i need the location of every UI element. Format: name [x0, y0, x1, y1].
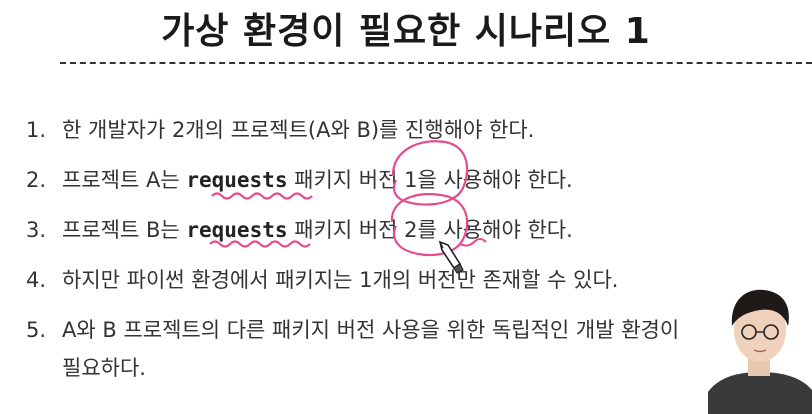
bullet-item-3: 3. 프로젝트 B는 requests 패키지 버전 2를 사용해야 한다. [26, 208, 806, 258]
package-name: requests [186, 168, 288, 192]
bullet-number: 2. [26, 168, 47, 192]
slide: 가상 환경이 필요한 시나리오 1 1. 한 개발자가 2개의 프로젝트(A와 B… [0, 0, 812, 414]
bullet-item-5: 5. A와 B 프로젝트의 다른 패키지 버전 사용을 위한 독립적인 개발 환경… [26, 308, 806, 390]
bullet-text-after: 이 [659, 318, 680, 342]
bullet-text-after: 패키지 버전 1을 사용해야 한다. [287, 168, 573, 192]
bullet-continuation: 필요하다. [62, 356, 146, 380]
bullet-text-before: A와 B 프로젝트의 다른 패키지 버전 사용을 위한 [62, 318, 492, 342]
bullet-item-4: 4. 하지만 파이썬 환경에서 패키지는 1개의 버전만 존재할 수 있다. [26, 258, 806, 308]
bullet-item-1: 1. 한 개발자가 2개의 프로젝트(A와 B)를 진행해야 한다. [26, 108, 806, 158]
bullet-list: 1. 한 개발자가 2개의 프로젝트(A와 B)를 진행해야 한다. 2. 프로젝트… [26, 108, 806, 390]
bullet-text: 한 개발자가 2개의 프로젝트(A와 B)를 진행해야 한다. [62, 118, 535, 142]
package-name: requests [186, 218, 288, 242]
bullet-item-2: 2. 프로젝트 A는 requests 패키지 버전 1을 사용해야 한다. [26, 158, 806, 208]
bullet-number: 3. [26, 218, 47, 242]
highlight-text: 독립적인 개발 환경 [491, 318, 660, 342]
presenter-video [708, 282, 812, 414]
bullet-text-after: 패키지 버전 2를 사용해야 한다. [287, 218, 573, 242]
bullet-number: 4. [26, 268, 47, 292]
bullet-text-before: 프로젝트 A는 [62, 168, 187, 192]
bullet-number: 5. [26, 318, 47, 342]
bullet-text: 하지만 파이썬 환경에서 패키지는 1개의 버전만 존재할 수 있다. [62, 268, 619, 292]
bullet-text-before: 프로젝트 B는 [62, 218, 187, 242]
slide-title: 가상 환경이 필요한 시나리오 1 [161, 11, 651, 52]
title-divider [60, 62, 812, 64]
bullet-number: 1. [26, 118, 47, 142]
